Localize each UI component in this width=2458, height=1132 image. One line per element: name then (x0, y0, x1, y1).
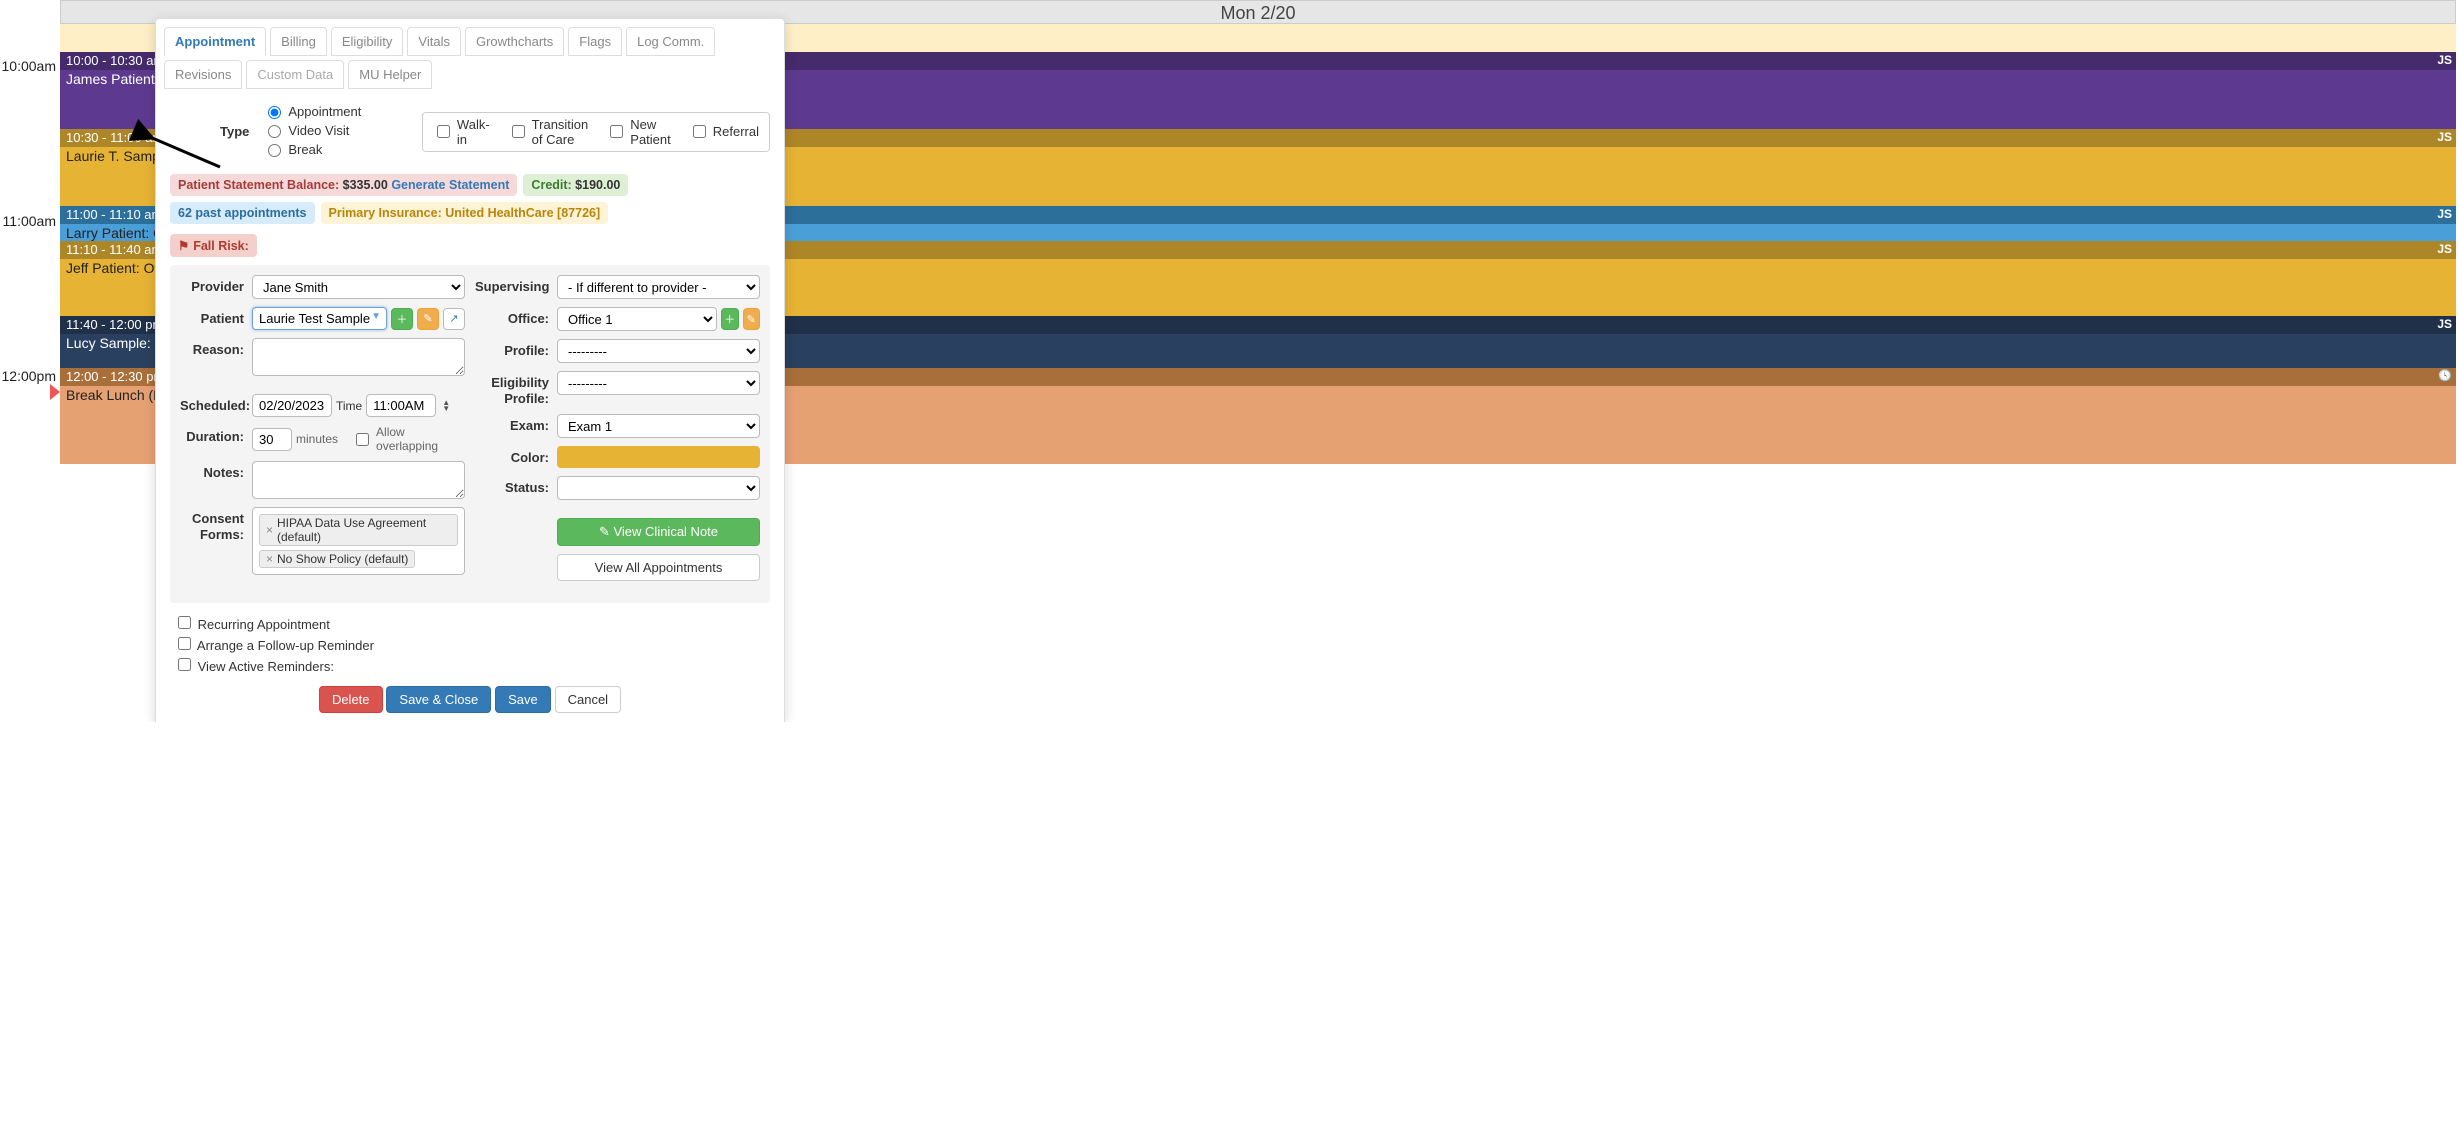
provider-badge: JS (2437, 317, 2452, 331)
time-label: 12:00pm (2, 368, 56, 384)
notes-label: Notes: (180, 461, 252, 480)
patient-summary-chips: Patient Statement Balance: $335.00 Gener… (170, 174, 770, 224)
color-label: Color: (475, 446, 557, 465)
consent-forms-box[interactable]: ×HIPAA Data Use Agreement (default) ×No S… (252, 507, 465, 575)
scheduled-date-input[interactable] (252, 394, 332, 417)
provider-badge: JS (2437, 53, 2452, 67)
consent-label: Consent Forms: (180, 507, 252, 542)
exam-label: Exam: (475, 414, 557, 433)
type-radio-appointment[interactable]: Appointment (263, 103, 361, 119)
annotation-arrow (145, 132, 225, 175)
tab-eligibility[interactable]: Eligibility (331, 27, 404, 56)
appointment-modal: AppointmentBillingEligibilityVitalsGrowt… (155, 18, 785, 722)
type-radio-break[interactable]: Break (263, 141, 322, 157)
modal-tabs: AppointmentBillingEligibilityVitalsGrowt… (156, 19, 784, 89)
appointment-flags-group: Walk-in Transition of Care New Patient Refe… (422, 112, 770, 152)
tab-billing[interactable]: Billing (270, 27, 327, 56)
flag-icon: ⚑ (178, 238, 189, 253)
time-label: 10:00am (2, 58, 56, 74)
bottom-options: Recurring Appointment Arrange a Follow-u… (170, 603, 770, 686)
patient-label: Patient (180, 307, 252, 326)
notes-textarea[interactable] (252, 461, 465, 499)
profile-label: Profile: (475, 339, 557, 358)
reason-label: Reason: (180, 338, 252, 357)
provider-badge: JS (2437, 130, 2452, 144)
edit-office-button[interactable]: ✎ (743, 308, 760, 330)
credit-chip: Credit: $190.00 (523, 174, 628, 196)
edit-patient-button[interactable]: ✎ (417, 308, 439, 330)
followup-checkbox[interactable]: Arrange a Follow-up Reminder (174, 634, 766, 653)
dropdown-arrow-icon[interactable]: ▼ (371, 311, 381, 322)
time-label: Time (336, 399, 362, 413)
time-spinner[interactable]: ▲▼ (442, 400, 450, 412)
status-label: Status: (475, 476, 557, 495)
consent-tag[interactable]: ×No Show Policy (default) (259, 550, 415, 568)
remove-tag-icon[interactable]: × (266, 523, 273, 537)
recurring-checkbox[interactable]: Recurring Appointment (174, 613, 766, 632)
allow-overlap-checkbox[interactable]: Allow overlapping (352, 425, 465, 453)
balance-chip: Patient Statement Balance: $335.00 Gener… (170, 174, 517, 196)
tab-log-comm-[interactable]: Log Comm. (626, 27, 715, 56)
now-indicator (50, 384, 60, 400)
tab-revisions[interactable]: Revisions (164, 60, 242, 89)
supervising-label: Supervising (475, 275, 557, 294)
tab-appointment[interactable]: Appointment (164, 27, 266, 56)
exam-select[interactable]: Exam 1 (557, 414, 760, 438)
provider-select[interactable]: Jane Smith (252, 275, 465, 299)
provider-label: Provider (180, 275, 252, 294)
active-reminders-checkbox[interactable]: View Active Reminders: (174, 655, 766, 674)
provider-badge: JS (2437, 242, 2452, 256)
save-close-button[interactable]: Save & Close (386, 686, 491, 713)
patient-input[interactable] (252, 307, 387, 330)
tab-custom-data[interactable]: Custom Data (246, 60, 344, 89)
edit-icon: ✎ (599, 524, 614, 539)
profile-select[interactable]: --------- (557, 339, 760, 363)
tab-mu-helper[interactable]: MU Helper (348, 60, 432, 89)
color-swatch[interactable] (557, 446, 760, 468)
office-label: Office: (475, 307, 557, 326)
insurance-chip: Primary Insurance: United HealthCare [87… (321, 202, 609, 224)
office-select[interactable]: Office 1 (557, 307, 717, 331)
flag-referral[interactable]: Referral (689, 117, 759, 147)
modal-footer: Delete Save & Close Save Cancel (170, 686, 770, 713)
scheduled-time-input[interactable] (366, 394, 436, 417)
reason-textarea[interactable] (252, 338, 465, 376)
appointment-form: Provider Jane Smith Patient ▼ ＋ ✎ ↗ (170, 265, 770, 603)
remove-tag-icon[interactable]: × (266, 552, 273, 566)
type-radio-video-visit[interactable]: Video Visit (263, 122, 349, 138)
calendar-view: Mon 2/20 10:00am 11:00am 12:00pm 10:00 -… (0, 0, 2458, 722)
delete-button[interactable]: Delete (319, 686, 383, 713)
consent-tag[interactable]: ×HIPAA Data Use Agreement (default) (259, 514, 458, 546)
view-all-appointments-button[interactable]: View All Appointments (557, 554, 760, 581)
duration-label: Duration: (180, 425, 252, 444)
clock-icon: 🕓 (2438, 369, 2452, 382)
eligibility-profile-label: Eligibility Profile: (475, 371, 557, 406)
tab-flags[interactable]: Flags (568, 27, 622, 56)
past-appointments-chip[interactable]: 62 past appointments (170, 202, 315, 224)
supervising-select[interactable]: - If different to provider - (557, 275, 760, 299)
open-patient-button[interactable]: ↗ (443, 308, 465, 330)
save-button[interactable]: Save (495, 686, 551, 713)
minutes-label: minutes (296, 432, 338, 446)
cancel-button[interactable]: Cancel (555, 686, 621, 713)
fall-risk-flag[interactable]: ⚑ Fall Risk: (170, 234, 257, 257)
flag-new-patient[interactable]: New Patient (606, 117, 670, 147)
tab-vitals[interactable]: Vitals (407, 27, 461, 56)
status-select[interactable] (557, 476, 760, 500)
flag-walk-in[interactable]: Walk-in (433, 117, 490, 147)
flag-transition-of-care[interactable]: Transition of Care (508, 117, 589, 147)
type-row: Type Appointment Video Visit Break Walk-… (170, 99, 770, 170)
provider-badge: JS (2437, 207, 2452, 221)
tab-growthcharts[interactable]: Growthcharts (465, 27, 564, 56)
duration-input[interactable] (252, 428, 292, 451)
time-label: 11:00am (3, 213, 56, 229)
scheduled-label: Scheduled: (180, 394, 252, 413)
add-office-button[interactable]: ＋ (721, 308, 738, 330)
generate-statement-link[interactable]: Generate Statement (391, 178, 509, 192)
view-clinical-note-button[interactable]: ✎ View Clinical Note (557, 518, 760, 546)
add-patient-button[interactable]: ＋ (391, 308, 413, 330)
eligibility-profile-select[interactable]: --------- (557, 371, 760, 395)
